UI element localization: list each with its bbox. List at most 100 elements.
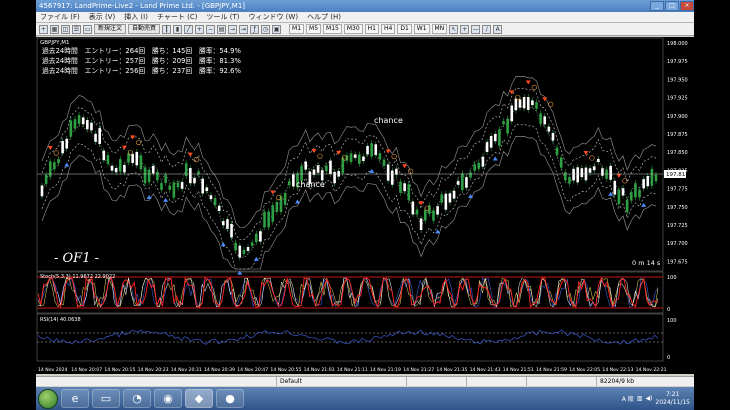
explorer-icon[interactable]: ▭ [92,389,120,408]
candle-body [572,168,575,181]
market-watch-icon[interactable]: ◫ [61,24,70,34]
menu-window[interactable]: ウィンドウ (W) [248,12,298,22]
autoscroll-icon[interactable]: → [228,24,238,34]
templates-icon[interactable]: ▣ [272,24,282,34]
candle-body [597,158,600,162]
chart-shift-icon[interactable]: ⇥ [239,24,249,34]
buy-arrow-icon [64,162,70,167]
menu-view[interactable]: 表示 (V) [89,12,115,22]
price-tick: 197.875 [667,132,688,138]
candle-body [325,165,328,172]
navigator-icon[interactable]: ☰ [72,24,81,34]
candle-body [625,199,629,213]
candle-body [526,97,530,110]
mt4-icon[interactable]: ◆ [185,389,213,408]
tile-icon[interactable]: ▤ [217,24,227,34]
tf-mn[interactable]: MN [431,24,448,34]
rsi-label: RSI(14) 40.0638 [40,317,81,323]
status-traffic: 82204/9 kb [596,377,686,386]
ime-indicator[interactable]: A 般 [622,394,634,403]
close-button[interactable]: × [680,1,694,11]
signal-circle [548,101,554,107]
candle-body [53,162,56,170]
candle-body [592,166,596,171]
price-tick: 197.775 [667,187,688,193]
sell-arrow-icon [525,80,531,85]
window-title: 4567917: LandPrime-Live2 - Land Prime Lt… [39,2,246,10]
network-icon[interactable]: ▥ [637,395,643,402]
new-chart-icon[interactable]: + [39,24,48,34]
candle-body [222,221,225,226]
band-line [41,105,657,259]
crosshair-icon[interactable]: + [460,24,470,34]
clock-date: 2024/11/15 [655,398,690,406]
candle-body [102,150,106,161]
tf-m1[interactable]: M1 [289,24,305,34]
candle-body [621,188,625,196]
hline-icon[interactable]: — [471,24,481,34]
candle-body [86,120,89,130]
minimize-button[interactable]: _ [650,1,664,11]
chart-canvas[interactable]: 198.000 197.975 197.950 197.925 197.900 197.8… [36,37,694,374]
sell-arrow-icon [311,149,317,154]
tf-m30[interactable]: M30 [343,24,363,34]
maximize-button[interactable]: □ [665,1,679,11]
terminal-icon[interactable]: ▭ [83,24,92,34]
time-tick: 14 Nov 22:13 [602,367,633,373]
candle-body [642,179,645,189]
clock[interactable]: 7:21 2024/11/15 [655,391,690,407]
tf-d1[interactable]: D1 [397,24,412,34]
indicators-icon[interactable]: ƒ [250,24,260,34]
zoom-out-icon[interactable]: − [206,24,216,34]
period-icon[interactable]: ◷ [261,24,271,34]
tf-h4[interactable]: H4 [381,24,396,34]
bar-chart-icon[interactable]: ┃ [162,24,172,34]
candle-body [333,171,336,184]
menu-help[interactable]: ヘルプ (H) [307,12,341,22]
ie-icon[interactable]: e [61,389,89,408]
start-button[interactable] [38,388,58,409]
candle-body [189,168,192,184]
trendline-icon[interactable]: / [482,24,492,34]
candle-body [485,142,489,152]
price-tick: 197.925 [667,96,688,102]
chart-window[interactable]: 198.000 197.975 197.950 197.925 197.900 197.8… [36,37,694,374]
menu-insert[interactable]: 挿入 (I) [124,12,148,22]
text-tool-icon[interactable]: A [493,24,503,34]
menu-file[interactable]: ファイル (F) [40,12,80,22]
zoom-in-icon[interactable]: + [195,24,205,34]
rsi-max: 100 [667,318,677,324]
profiles-icon[interactable]: ▦ [50,24,59,34]
candle-body [246,247,250,251]
volume-icon[interactable]: ◀) [645,395,652,402]
system-tray: A 般 ▥ ◀) 7:21 2024/11/15 [622,387,694,410]
menu-chart[interactable]: チャート (C) [157,12,198,22]
right-letterbox [694,0,730,410]
edge-icon[interactable]: ◔ [123,389,151,408]
tf-h1[interactable]: H1 [364,24,379,34]
title-bar: 4567917: LandPrime-Live2 - Land Prime Lt… [36,0,694,12]
candle-body [267,211,270,228]
record-icon[interactable]: ● [216,389,244,408]
candle-body [502,121,505,125]
candle-body [535,102,538,109]
tf-m15[interactable]: M15 [323,24,342,34]
candle-body [493,133,497,142]
cursor-icon[interactable]: ↖ [449,24,459,34]
tf-w1[interactable]: W1 [413,24,430,34]
toolbar: + ▦ ◫ ☰ ▭ 新規注文 自動売買 ┃ ▮ ╱ + − ▤ → ⇥ ƒ ◷ … [36,23,694,36]
line-chart-icon[interactable]: ╱ [184,24,194,34]
candle-body [456,181,460,185]
auto-trade-button[interactable]: 自動売買 [128,24,161,34]
menu-tools[interactable]: ツール (T) [206,12,239,22]
candle-chart-icon[interactable]: ▮ [173,24,183,34]
candle-body [176,182,180,188]
mt4-window: 4567917: LandPrime-Live2 - Land Prime Lt… [36,0,694,410]
tf-m5[interactable]: M5 [306,24,322,34]
new-order-button[interactable]: 新規注文 [94,24,127,34]
candle-body [531,100,534,106]
time-tick: 14 Nov 20:23 [138,367,169,373]
time-tick: 14 Nov 21:03 [304,367,335,373]
price-tick: 197.700 [667,241,688,247]
chrome-icon[interactable]: ◉ [154,389,182,408]
